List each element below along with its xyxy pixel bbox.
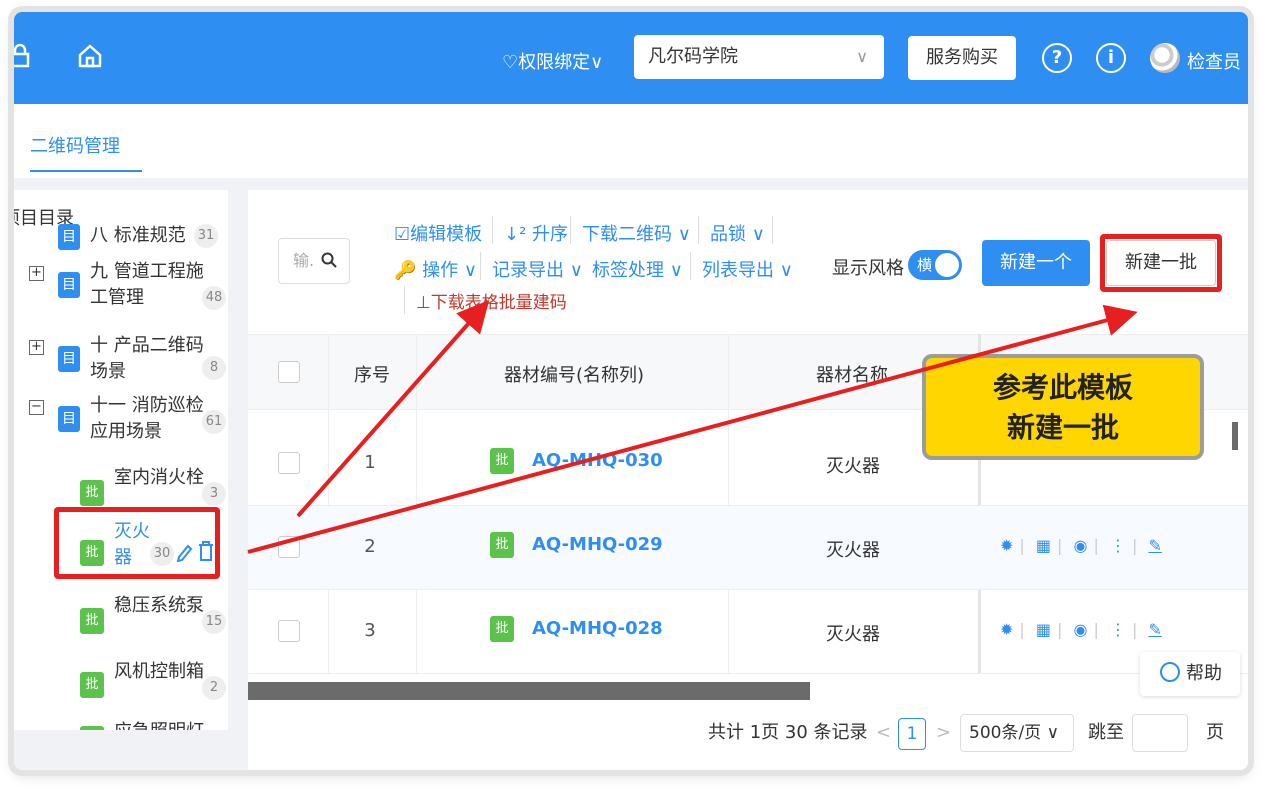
annotation-arrows bbox=[247, 300, 1138, 554]
app-window: ♡权限绑定∨ 凡尔码学院 ∨ 服务购买 ? i 检查员 二维码管理 项目目录 目… bbox=[14, 12, 1248, 770]
arrow-to-new-batch bbox=[247, 304, 1138, 554]
arrow-to-download-template bbox=[296, 300, 490, 518]
